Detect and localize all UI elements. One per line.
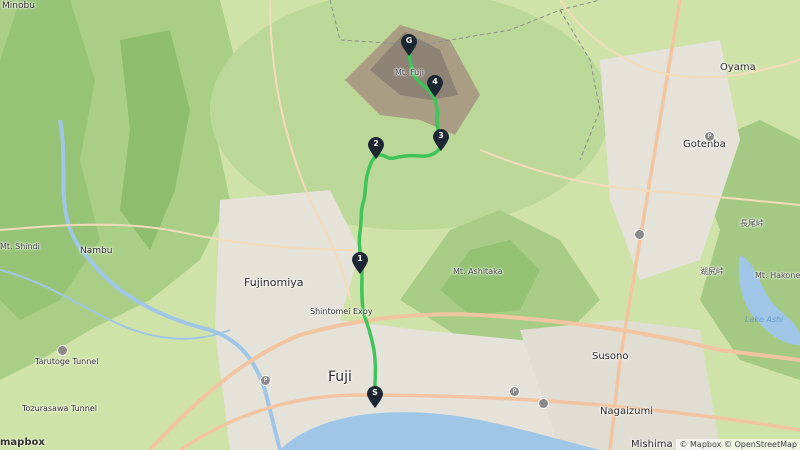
label-tozurasawa-tunnel: Tozurasawa Tunnel [22, 404, 97, 413]
marker-label: G [405, 36, 413, 45]
tunnel-icon [57, 345, 68, 356]
map-attribution[interactable]: © Mapbox © OpenStreetMap [676, 439, 800, 450]
route-marker-4[interactable]: 4 [427, 75, 443, 97]
parking-icon: P [509, 386, 520, 397]
label-mt-fuji: Mt. Fuji [395, 68, 424, 77]
map-canvas[interactable]: Minobu Mt. Fuji Oyama Gotenba Mt. Shindi… [0, 0, 800, 450]
label-mt-ashitaka: Mt. Ashitaka [453, 267, 503, 276]
label-minobu: Minobu [2, 1, 35, 11]
marker-label: S [372, 388, 378, 397]
parking-icon: P [260, 375, 271, 386]
mapbox-logo[interactable]: mapbox [0, 437, 45, 448]
label-jp-pass: 長尾峠 [740, 219, 764, 228]
label-shintomei-expy: Shintomei Expy [310, 307, 373, 316]
route-marker-start[interactable]: S [367, 386, 383, 408]
label-fujinomiya: Fujinomiya [244, 276, 304, 289]
marker-label: 1 [357, 254, 363, 263]
marker-label: 4 [432, 77, 438, 86]
label-tarutoge-tunnel: Tarutoge Tunnel [35, 357, 99, 366]
label-lake-ashi: Lake Ashi [745, 315, 784, 324]
label-oyama: Oyama [720, 62, 756, 73]
label-mt-shindi: Mt. Shindi [0, 242, 40, 251]
route-marker-1[interactable]: 1 [352, 252, 368, 274]
label-gotenba: Gotenba [683, 139, 726, 150]
label-nagaizumi: Nagaizumi [600, 406, 653, 417]
route-marker-2[interactable]: 2 [368, 137, 384, 159]
label-mt-hakone: Mt. Hakone [755, 271, 800, 280]
route-marker-goal[interactable]: G [401, 34, 417, 56]
parking-icon: P [704, 131, 715, 142]
label-fuji: Fuji [328, 369, 352, 385]
poi-icon [538, 398, 549, 409]
label-mishima: Mishima [631, 439, 673, 450]
label-susono: Susono [592, 351, 629, 362]
marker-label: 3 [438, 131, 444, 140]
marker-label: 2 [373, 139, 379, 148]
label-nambu: Nambu [80, 246, 113, 256]
poi-icon [634, 229, 645, 240]
label-jp-kojiri: 湖尻峠 [700, 267, 724, 276]
route-marker-3[interactable]: 3 [433, 129, 449, 151]
